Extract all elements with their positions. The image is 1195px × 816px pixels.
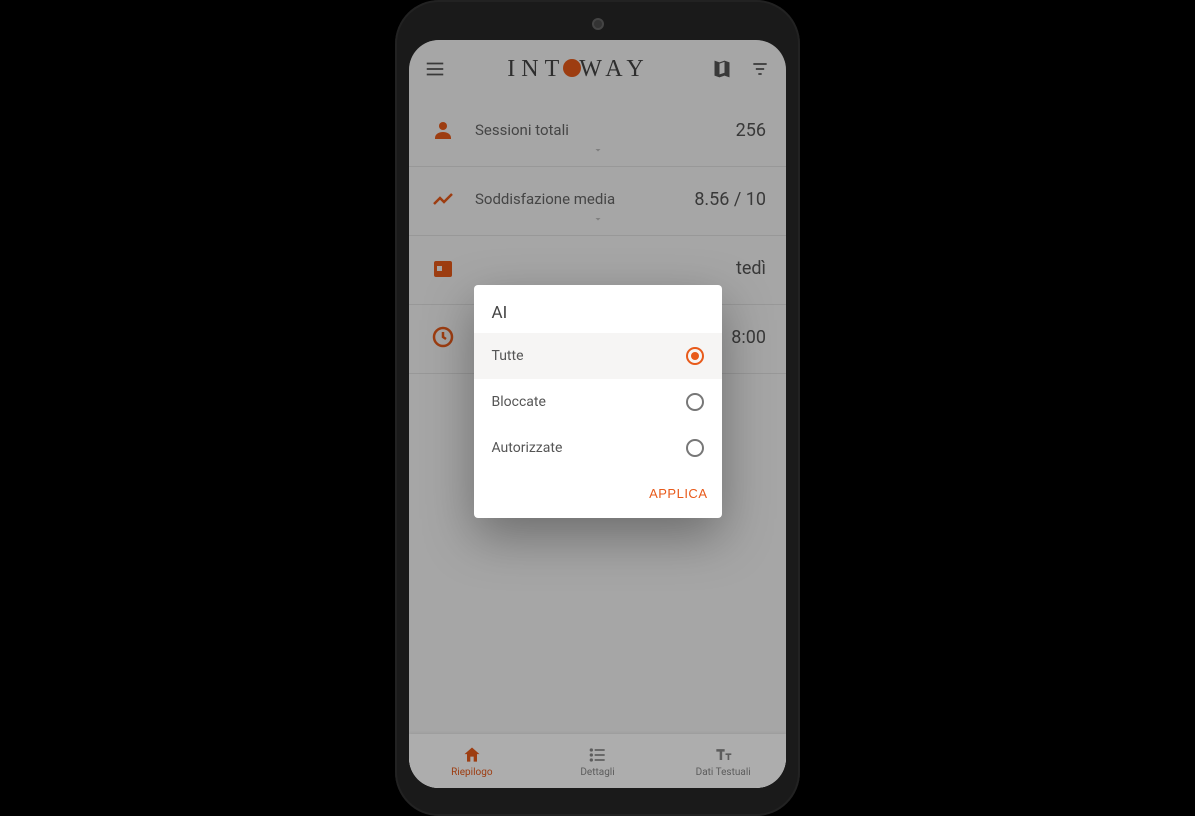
radio-option-bloccate[interactable]: Bloccate <box>474 379 722 425</box>
radio-option-autorizzate[interactable]: Autorizzate <box>474 425 722 471</box>
app-screen: INTWAY Sessioni totali 256 Soddis <box>409 40 786 788</box>
filter-dialog: AI Tutte Bloccate Autorizzate APPLICA <box>474 285 722 518</box>
phone-speaker <box>592 18 604 30</box>
radio-label: Bloccate <box>492 394 546 410</box>
dialog-title: AI <box>474 303 722 333</box>
dialog-actions: APPLICA <box>474 471 722 508</box>
radio-icon <box>686 439 704 457</box>
radio-icon <box>686 393 704 411</box>
radio-label: Tutte <box>492 348 524 364</box>
radio-label: Autorizzate <box>492 440 563 456</box>
radio-option-tutte[interactable]: Tutte <box>474 333 722 379</box>
apply-button[interactable]: APPLICA <box>649 486 707 501</box>
phone-frame: INTWAY Sessioni totali 256 Soddis <box>395 0 800 816</box>
radio-icon <box>686 347 704 365</box>
